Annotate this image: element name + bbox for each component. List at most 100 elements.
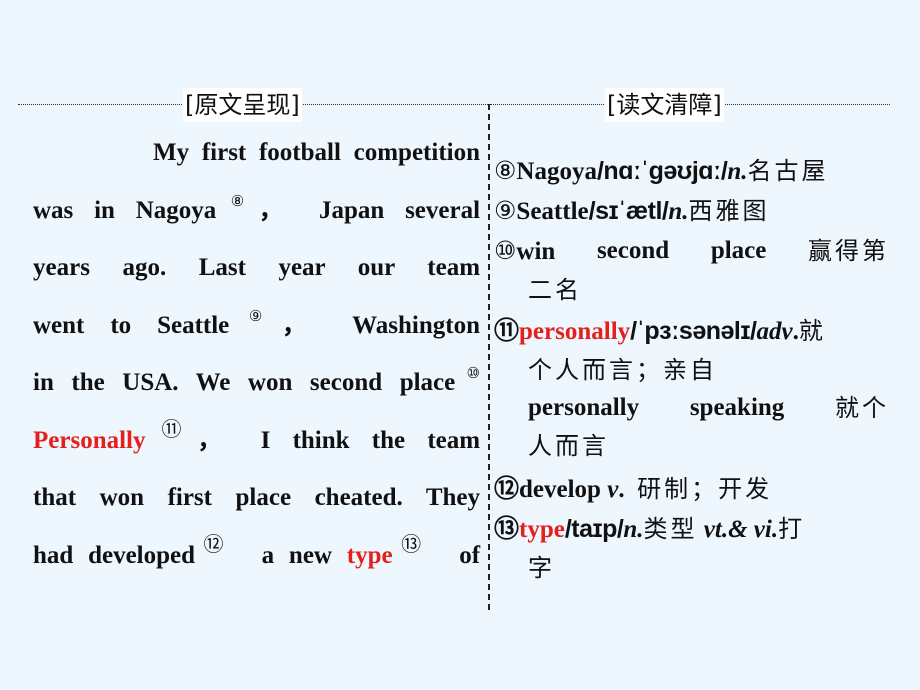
note-phonetic: /taɪp/ (564, 515, 624, 543)
word: in (94, 196, 115, 224)
word: team (427, 426, 481, 454)
note-pos: n. (668, 198, 689, 225)
note-pos: v (607, 476, 619, 503)
note-pos: n. (727, 158, 748, 185)
note-phrase: personally speaking 就个 (494, 389, 889, 427)
word-personally: Personally⑪， (33, 418, 239, 454)
note-item-11: ⑪personally/ˈpɜːsənəlɪ/adv.就 个人而言；亲自 per… (494, 312, 889, 465)
column-divider (488, 104, 490, 610)
note-mark-8: ⑧ (216, 193, 259, 210)
note-meaning: 西雅图 (688, 197, 770, 225)
note-item-13: ⑬type/taɪp/n.类型 vt.& vi.打 字 (494, 510, 889, 587)
note-meaning-cont: 个人而言；亲自 (528, 356, 717, 384)
passage-line: Personally⑪， I think the team (33, 416, 480, 474)
note-mark-12: ⑫ (195, 533, 233, 556)
note-number: ⑧ (494, 156, 517, 185)
word-developed: had developed⑫ (33, 533, 233, 569)
phrase-meaning: 就个 (834, 394, 889, 422)
note-number: ⑨ (494, 196, 517, 225)
word: that (33, 484, 77, 511)
note-word: second (596, 237, 670, 264)
passage: My first football competition was in Nag… (33, 128, 480, 588)
note-meaning: 打 (778, 515, 806, 543)
word: the (371, 426, 406, 454)
passage-line: in the USA. We won second place⑩ (33, 358, 480, 416)
word: cheated. (314, 484, 403, 511)
word: Washington (352, 311, 481, 339)
note-meaning: 名古屋 (747, 157, 829, 185)
note-mark-9: ⑨ (229, 308, 283, 325)
note-number: ⑩ (494, 236, 517, 265)
word: Last (198, 254, 246, 281)
word-type: type⑬ (346, 533, 430, 569)
word: year (278, 254, 326, 281)
note-pos: adv (756, 318, 793, 345)
word: football (258, 139, 341, 166)
word: place (235, 484, 292, 511)
word: to (110, 311, 132, 339)
note-meaning: 就 (798, 317, 826, 345)
note-meaning: 研制；开发 (637, 475, 773, 503)
note-phonetic: /nɑːˈɡəʊjɑː/ (596, 157, 728, 185)
word: Japan (319, 196, 385, 224)
passage-line: was in Nagoya⑧， Japan several (33, 186, 480, 244)
note-word: Seattle (516, 198, 589, 225)
note-word: place (710, 237, 767, 264)
word: They (425, 484, 480, 511)
phrase-meaning-cont: 人而言 (528, 432, 609, 460)
word: My (153, 139, 190, 166)
note-phonetic: /ˈpɜːsənəlɪ/ (630, 317, 757, 345)
note-item-10: ⑩win second place 赢得第 二名 (494, 232, 889, 309)
passage-line: My first football competition (33, 128, 480, 186)
word: years (33, 254, 90, 281)
note-word: Nagoya (516, 158, 597, 185)
note-mark-10: ⑩ (455, 366, 480, 382)
word-nagoya: Nagoya⑧， (135, 193, 299, 224)
note-phonetic: /sɪˈætl/ (588, 197, 669, 225)
note-number: ⑬ (494, 514, 520, 543)
word: think (292, 426, 350, 454)
note-word: personally (519, 318, 631, 345)
note-word: develop (519, 476, 601, 503)
passage-line: years ago. Last year our team (33, 243, 480, 301)
note-item-12: ⑫develop v. 研制；开发 (494, 470, 889, 509)
note-pos: vt.& (703, 516, 748, 543)
original-text-header: [原文呈现] (183, 88, 302, 122)
note-pos: vi. (753, 516, 779, 543)
word: went (33, 311, 85, 339)
word: was (33, 196, 74, 224)
note-pos: n. (623, 516, 644, 543)
passage-line: that won first place cheated. They (33, 473, 480, 531)
note-meaning-cont: 二名 (528, 276, 582, 304)
note-number: ⑫ (494, 474, 520, 503)
note-meaning: 赢得第 (807, 237, 889, 265)
word: several (405, 196, 481, 224)
note-number: ⑪ (494, 316, 520, 345)
word-seattle: Seattle⑨， (157, 308, 327, 339)
word: our (357, 254, 395, 281)
note-word: type (519, 516, 565, 543)
phrase: in the USA. We won second place⑩ (33, 366, 480, 397)
word: of (459, 541, 481, 569)
word: I (260, 426, 271, 454)
note-word: win (516, 238, 556, 265)
pos-dot: . (618, 476, 625, 503)
word: ago. (122, 254, 167, 281)
word: won (99, 484, 145, 511)
note-item-8: ⑧Nagoya/nɑːˈɡəʊjɑː/n.名古屋 (494, 152, 889, 191)
note-mark-13: ⑬ (392, 533, 430, 556)
note-mark-11: ⑪ (145, 418, 198, 441)
word: competition (353, 139, 481, 166)
note-meaning-cont: 字 (528, 554, 555, 582)
word: team (427, 254, 481, 281)
note-meaning: 类型 (643, 515, 698, 543)
word: first (201, 139, 247, 166)
word: a new (261, 541, 332, 569)
reading-notes-header: [读文清障] (605, 88, 724, 122)
word: first (167, 484, 212, 511)
passage-line: had developed⑫ a new type⑬ of (33, 531, 480, 589)
phrase-word: personally (528, 394, 640, 421)
phrase-word: speaking (689, 394, 785, 421)
note-item-9: ⑨Seattle/sɪˈætl/n.西雅图 (494, 192, 889, 231)
passage-line: went to Seattle⑨， Washington (33, 301, 480, 359)
